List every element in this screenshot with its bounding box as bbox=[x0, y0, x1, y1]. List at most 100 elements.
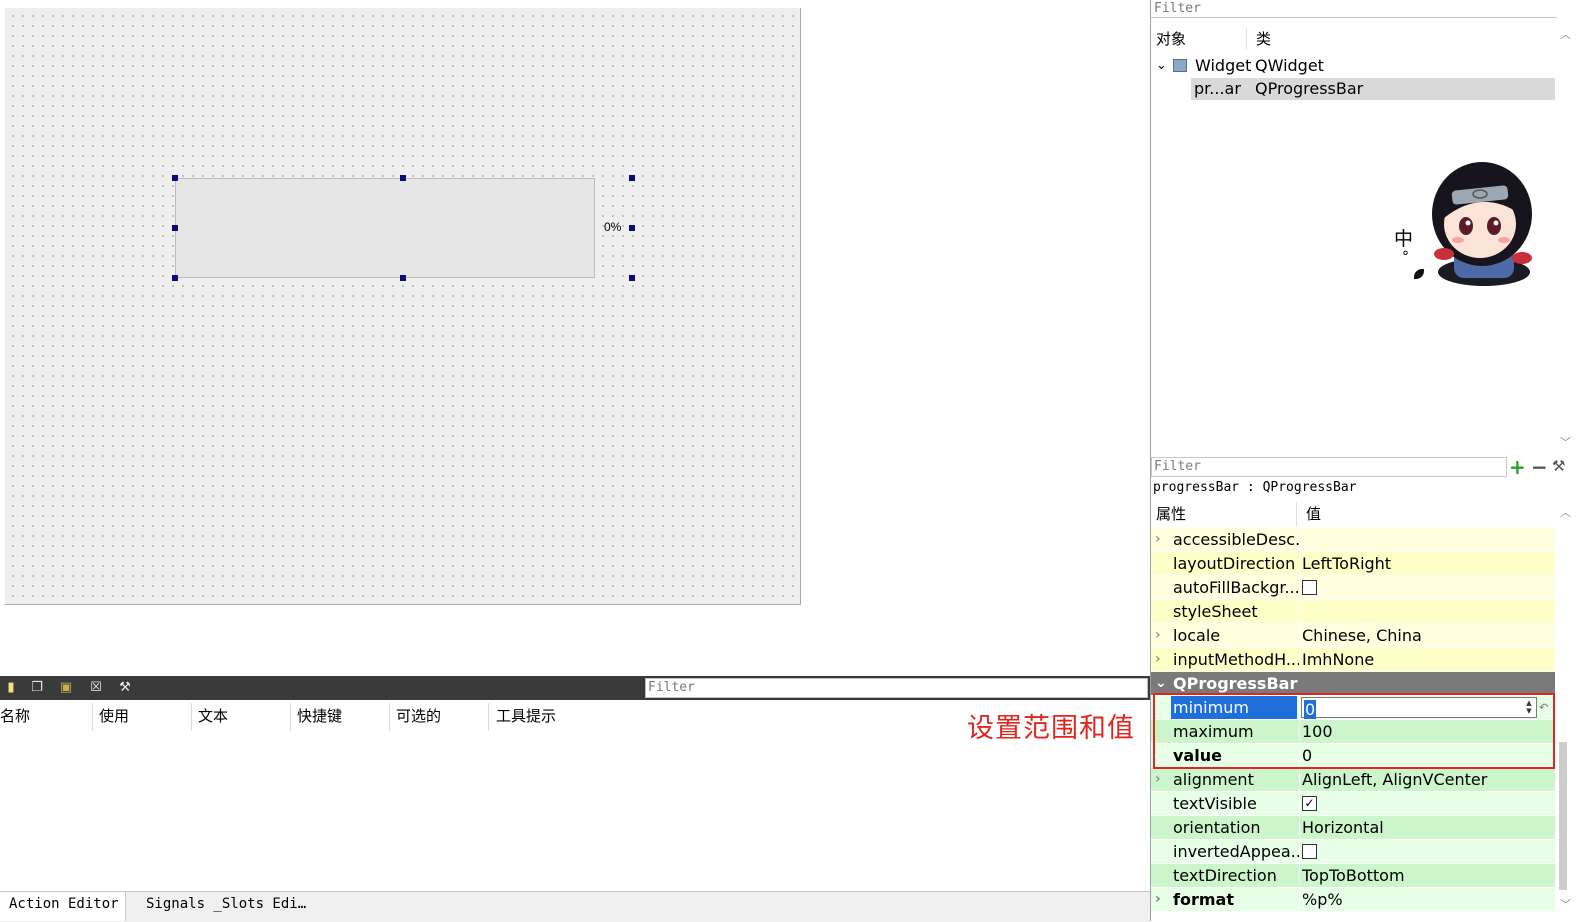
property-name: styleSheet bbox=[1173, 602, 1258, 621]
selection-handle[interactable] bbox=[172, 225, 178, 231]
property-value[interactable]: Chinese, China bbox=[1302, 624, 1554, 647]
property-group-qprogressbar[interactable]: ⌄ QProgressBar bbox=[1151, 672, 1555, 696]
configure-icon[interactable]: ⚒ bbox=[117, 680, 133, 696]
form-canvas[interactable] bbox=[5, 8, 801, 605]
column-header[interactable]: 文本 bbox=[198, 703, 291, 731]
column-header[interactable]: 名称 bbox=[0, 703, 93, 731]
property-row-minimum[interactable]: minimum 0 ▲ ▼ ↶ bbox=[1151, 696, 1555, 720]
delete-action-icon[interactable]: ☒ bbox=[88, 680, 104, 696]
property-row[interactable]: › locale Chinese, China bbox=[1151, 624, 1555, 648]
property-row[interactable]: textDirection TopToBottom bbox=[1151, 864, 1555, 888]
property-value[interactable]: 100 bbox=[1302, 720, 1554, 743]
selection-handle[interactable] bbox=[400, 175, 406, 181]
object-filter-input[interactable]: Filter bbox=[1151, 0, 1557, 18]
property-row-maximum[interactable]: maximum 100 bbox=[1151, 720, 1555, 744]
property-object-name: progressBar : QProgressBar bbox=[1153, 480, 1357, 495]
selection-handle[interactable] bbox=[400, 275, 406, 281]
tree-row-progressbar[interactable]: pr...ar QProgressBar bbox=[1191, 78, 1555, 100]
property-row[interactable]: orientation Horizontal bbox=[1151, 816, 1555, 840]
scroll-up-icon[interactable]: ︿ bbox=[1560, 26, 1571, 42]
column-header[interactable]: 工具提示 bbox=[496, 703, 646, 731]
property-row[interactable]: › format %p% bbox=[1151, 888, 1555, 912]
column-header[interactable]: 属性 bbox=[1156, 502, 1297, 526]
property-value[interactable]: 0 bbox=[1302, 744, 1554, 767]
selection-handle[interactable] bbox=[172, 275, 178, 281]
scroll-down-icon[interactable]: ﹀ bbox=[1560, 896, 1571, 912]
property-row[interactable]: › alignment AlignLeft, AlignVCenter bbox=[1151, 768, 1555, 792]
property-row[interactable]: layoutDirection LeftToRight bbox=[1151, 552, 1555, 576]
property-row[interactable]: textVisible ✓ bbox=[1151, 792, 1555, 816]
property-value[interactable] bbox=[1302, 840, 1554, 863]
property-row[interactable]: invertedAppea... bbox=[1151, 840, 1555, 864]
property-table-header: 属性 值 bbox=[1151, 502, 1557, 526]
spinbox-value[interactable]: 0 bbox=[1304, 700, 1317, 719]
object-name: pr...ar bbox=[1194, 79, 1241, 98]
property-name: accessibleDesc... bbox=[1173, 530, 1299, 549]
chevron-right-icon[interactable]: › bbox=[1155, 768, 1167, 791]
property-name: format bbox=[1173, 890, 1234, 909]
property-name: locale bbox=[1173, 626, 1221, 645]
ime-mode-label[interactable]: 中 bbox=[1394, 224, 1413, 251]
property-row[interactable]: › inputMethodH... ImhNone bbox=[1151, 648, 1555, 672]
property-value[interactable]: %p% bbox=[1302, 888, 1554, 911]
selection-handle[interactable] bbox=[629, 175, 635, 181]
property-value[interactable]: TopToBottom bbox=[1302, 864, 1554, 887]
property-value[interactable]: Horizontal bbox=[1302, 816, 1554, 839]
minimum-spinbox[interactable]: 0 ▲ ▼ bbox=[1301, 697, 1537, 719]
tab-signals-slots-editor[interactable]: Signals _Slots Edi… bbox=[146, 892, 316, 921]
checkbox-unchecked[interactable] bbox=[1302, 580, 1317, 595]
property-value[interactable]: AlignLeft, AlignVCenter bbox=[1302, 768, 1554, 791]
checkbox-unchecked[interactable] bbox=[1302, 844, 1317, 859]
property-value[interactable] bbox=[1302, 576, 1554, 599]
ime-punct-label[interactable]: ° bbox=[1402, 249, 1409, 265]
property-value[interactable]: ✓ bbox=[1302, 792, 1554, 815]
chevron-down-icon[interactable]: ⌄ bbox=[1155, 672, 1167, 695]
column-header[interactable]: 类 bbox=[1256, 28, 1456, 50]
configure-icon[interactable]: ⚒ bbox=[1552, 457, 1565, 475]
property-row[interactable]: styleSheet bbox=[1151, 600, 1555, 624]
selection-handle[interactable] bbox=[629, 275, 635, 281]
property-group-name: QProgressBar bbox=[1173, 674, 1298, 693]
spin-buttons[interactable]: ▲ ▼ bbox=[1523, 699, 1535, 716]
chevron-right-icon[interactable]: › bbox=[1155, 648, 1167, 671]
property-value[interactable]: ImhNone bbox=[1302, 648, 1554, 671]
add-property-icon[interactable]: + bbox=[1509, 455, 1526, 479]
scrollbar-thumb[interactable] bbox=[1559, 742, 1567, 890]
property-value[interactable]: LeftToRight bbox=[1302, 552, 1554, 575]
progress-bar-widget[interactable] bbox=[175, 178, 595, 278]
column-header[interactable]: 值 bbox=[1306, 502, 1506, 526]
reset-icon[interactable]: ↶ bbox=[1539, 696, 1548, 719]
bottom-tab-bar: Action Editor Signals _Slots Edi… bbox=[0, 891, 1150, 922]
property-scrollbar[interactable]: ︿ ﹀ bbox=[1557, 502, 1579, 914]
column-header[interactable]: 快捷键 bbox=[297, 703, 390, 731]
chevron-right-icon[interactable]: › bbox=[1155, 624, 1167, 647]
copy-action-icon[interactable]: ❐ bbox=[29, 680, 45, 696]
tree-row-widget[interactable]: ⌄ Widget QWidget bbox=[1151, 55, 1557, 77]
scroll-up-icon[interactable]: ︿ bbox=[1560, 504, 1571, 520]
selection-handle[interactable] bbox=[172, 175, 178, 181]
property-name: textVisible bbox=[1173, 794, 1257, 813]
column-header[interactable]: 可选的 bbox=[396, 703, 489, 731]
chevron-right-icon[interactable]: › bbox=[1155, 888, 1167, 911]
action-filter-input[interactable]: Filter bbox=[645, 678, 1148, 698]
selection-handle[interactable] bbox=[629, 225, 635, 231]
property-name: invertedAppea... bbox=[1173, 842, 1299, 861]
object-tree-header: 对象 类 bbox=[1151, 28, 1557, 50]
tab-action-editor[interactable]: Action Editor bbox=[0, 892, 126, 921]
checkbox-checked[interactable]: ✓ bbox=[1302, 796, 1317, 811]
column-header[interactable]: 使用 bbox=[99, 703, 192, 731]
property-row-value[interactable]: value 0 bbox=[1151, 744, 1555, 768]
remove-property-icon[interactable]: − bbox=[1531, 455, 1548, 479]
column-header[interactable]: 对象 bbox=[1156, 28, 1247, 50]
property-row[interactable]: › accessibleDesc... bbox=[1151, 528, 1555, 552]
property-filter-input[interactable]: Filter bbox=[1151, 457, 1507, 477]
new-action-icon[interactable]: ▮ bbox=[3, 680, 19, 696]
property-row[interactable]: autoFillBackgr... bbox=[1151, 576, 1555, 600]
object-tree-scrollbar[interactable]: ︿ ﹀ bbox=[1557, 22, 1579, 452]
scroll-down-icon[interactable]: ﹀ bbox=[1560, 434, 1571, 450]
property-name: autoFillBackgr... bbox=[1173, 578, 1299, 597]
avatar bbox=[1432, 162, 1532, 286]
chevron-down-icon[interactable]: ⌄ bbox=[1156, 55, 1167, 77]
paste-action-icon[interactable]: ▣ bbox=[58, 680, 74, 696]
chevron-right-icon[interactable]: › bbox=[1155, 528, 1167, 551]
